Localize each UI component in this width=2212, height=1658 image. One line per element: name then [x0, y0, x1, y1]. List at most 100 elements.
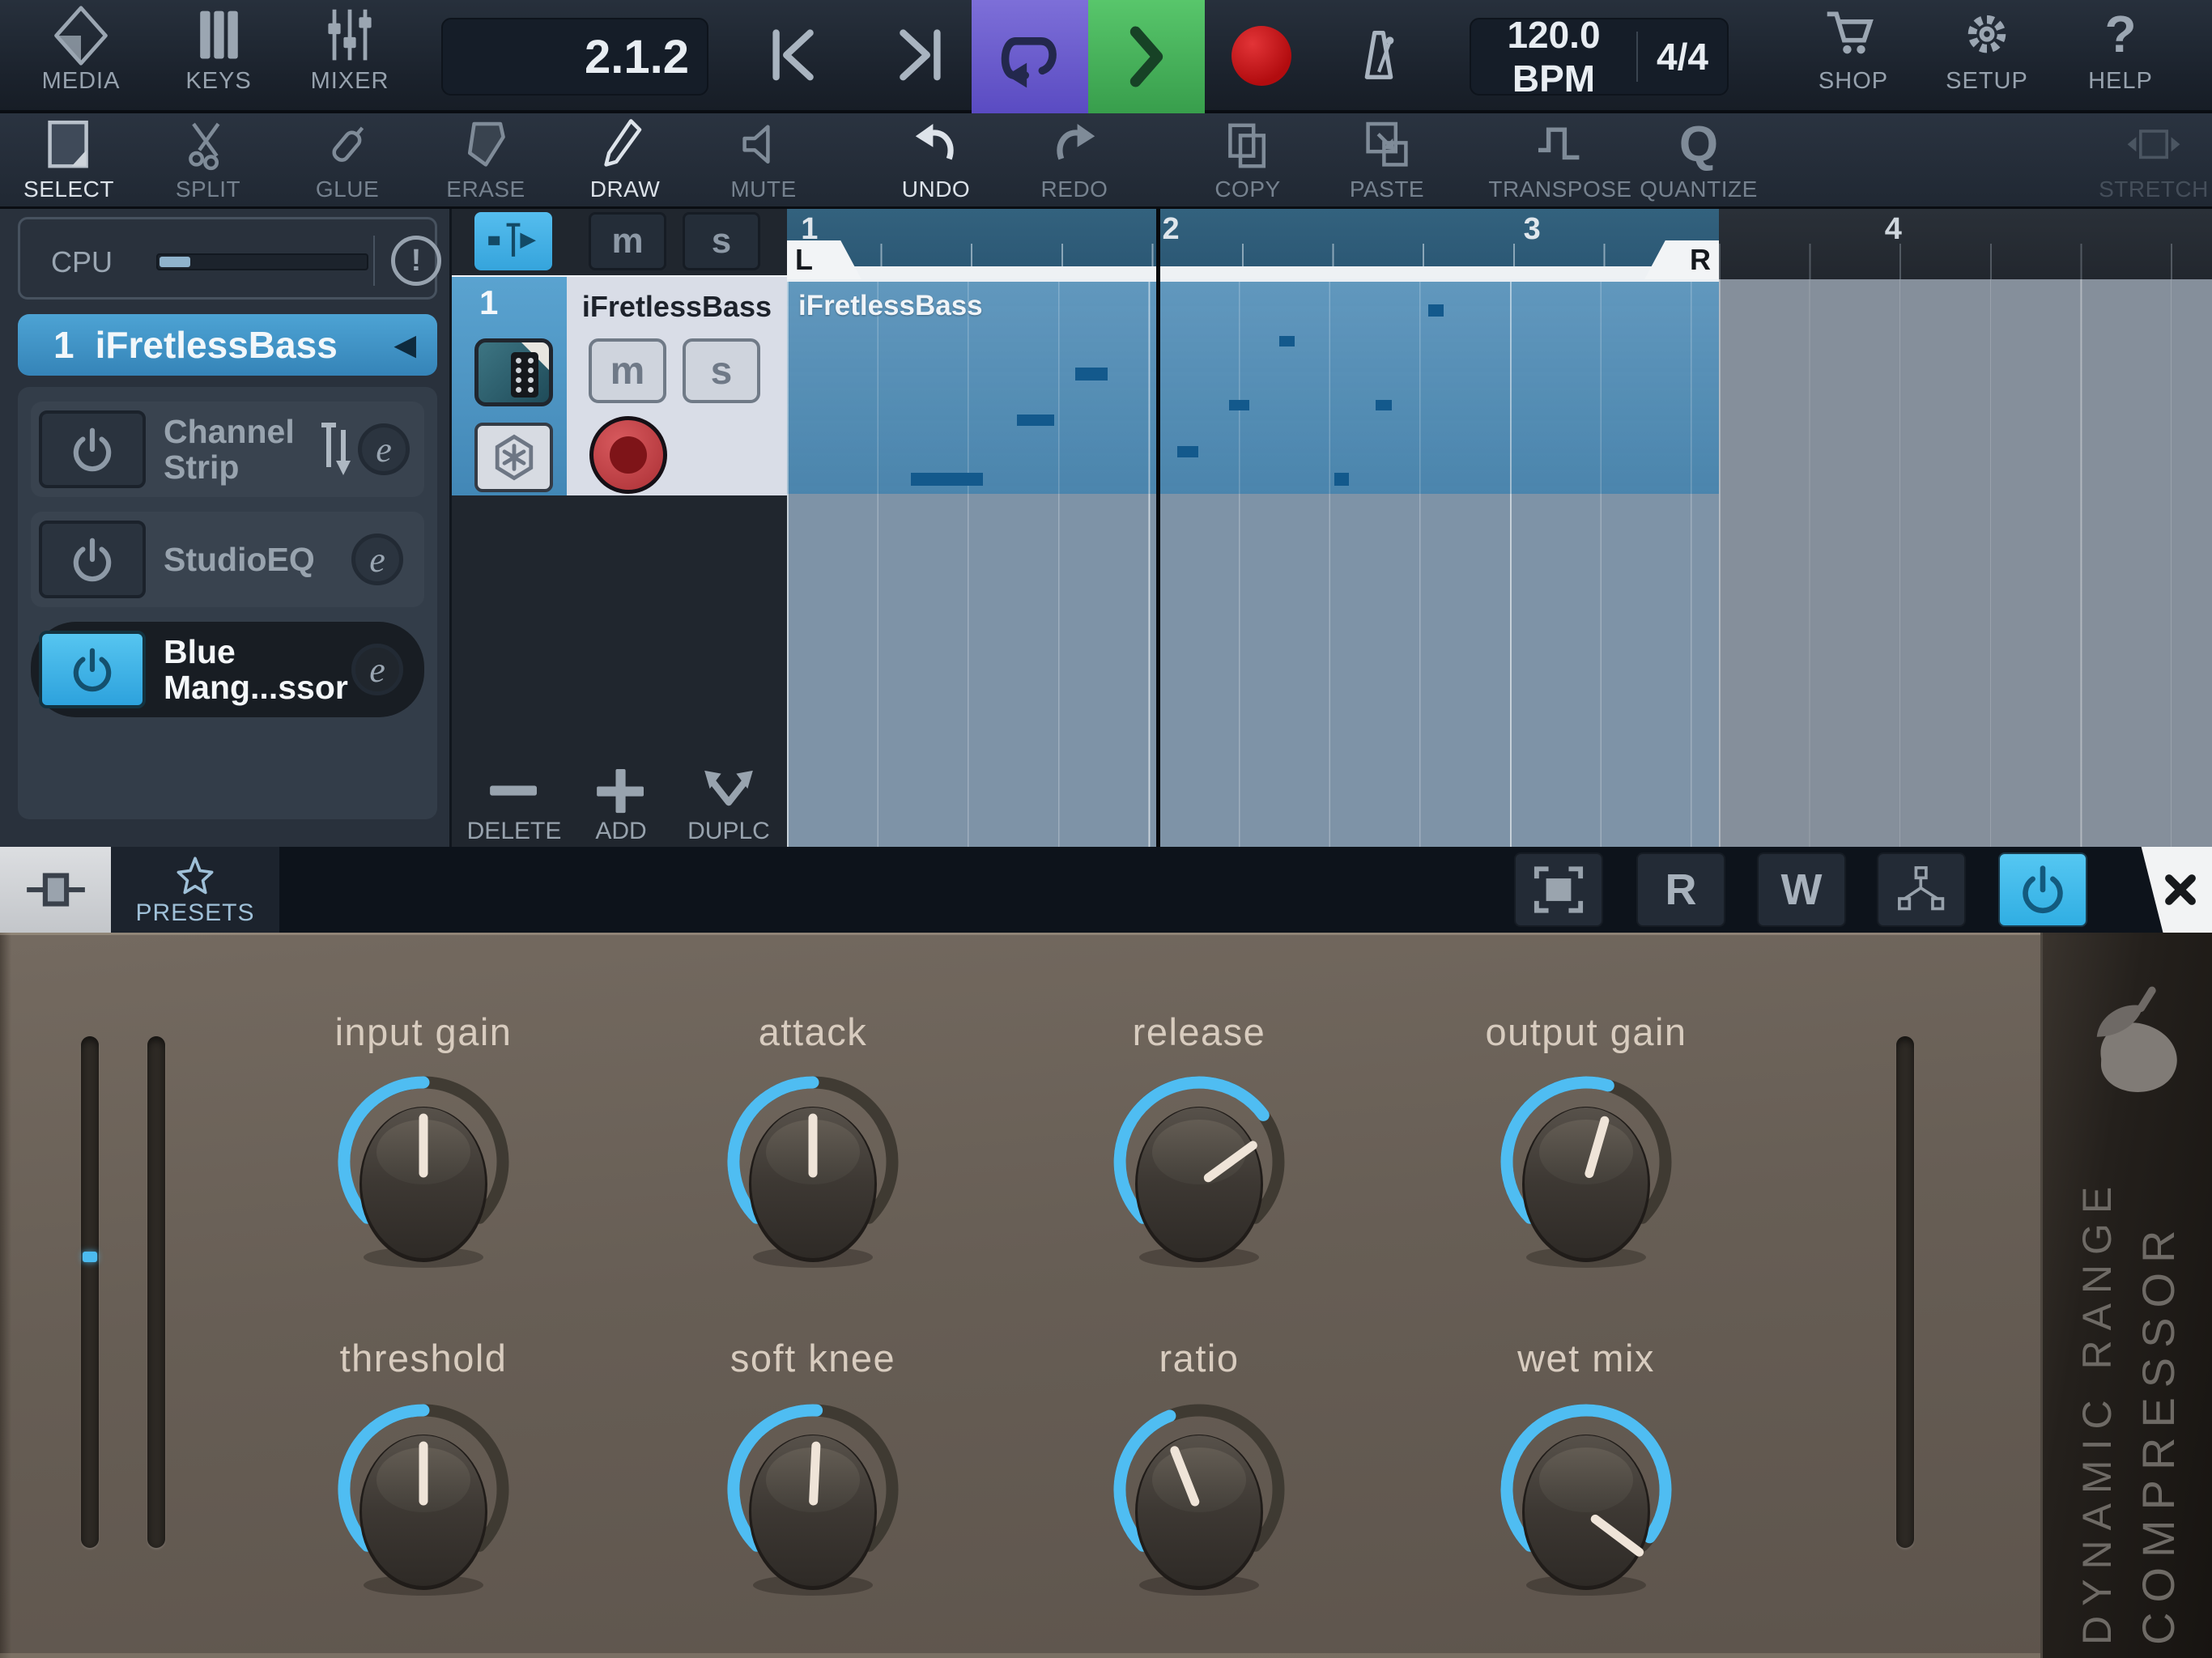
alert-icon[interactable]: ! — [391, 236, 441, 286]
fit-view-button[interactable] — [1514, 852, 1603, 927]
setup-icon — [1956, 5, 2018, 66]
knob-label-attack: attack — [643, 1010, 983, 1054]
knob-output-gain[interactable] — [1481, 1063, 1691, 1273]
empty-lane-right[interactable] — [1719, 279, 2212, 847]
effect-edit-button[interactable]: e — [351, 644, 403, 695]
tool-undo[interactable]: UNDO — [863, 117, 1009, 206]
global-solo-button[interactable]: s — [683, 212, 760, 270]
tool-redo[interactable]: REDO — [1002, 117, 1147, 206]
automation-read-button[interactable]: R — [1636, 852, 1725, 927]
midi-note[interactable] — [1376, 400, 1392, 410]
go-to-end-button[interactable] — [869, 16, 958, 97]
keys-button[interactable]: KEYS — [158, 5, 279, 108]
automation-write-button[interactable]: W — [1757, 852, 1846, 927]
tempo-display[interactable]: 120.0 BPM 4/4 — [1470, 18, 1729, 96]
midi-note[interactable] — [1017, 414, 1054, 426]
tool-stretch[interactable]: STRETCH — [2081, 117, 2212, 206]
metronome-button[interactable] — [1334, 16, 1423, 97]
knob-ratio[interactable] — [1094, 1391, 1304, 1601]
knob-release[interactable] — [1094, 1063, 1304, 1273]
go-to-start-button[interactable] — [755, 16, 844, 97]
record-enable-button[interactable] — [589, 416, 667, 494]
version-display[interactable]: 2.1.2 — [441, 18, 708, 96]
midi-region[interactable]: iFretlessBass — [787, 279, 1719, 494]
knob-attack[interactable] — [708, 1063, 918, 1273]
help-button[interactable]: ? HELP — [2060, 5, 2181, 108]
knob-label-release: release — [1029, 1010, 1369, 1054]
tool-glue[interactable]: GLUE — [274, 117, 420, 206]
instrument-icon[interactable] — [474, 338, 553, 406]
track-mute-button[interactable]: m — [589, 338, 666, 403]
track-solo-button[interactable]: s — [683, 338, 760, 403]
delete-track-button[interactable]: DELETE — [462, 769, 567, 845]
track-lane-below-region[interactable] — [787, 494, 1719, 847]
setup-button[interactable]: SETUP — [1926, 5, 2048, 108]
channel-strip-fader-icon — [317, 415, 358, 484]
effect-edit-button[interactable]: e — [351, 534, 403, 585]
midi-note[interactable] — [1279, 336, 1295, 346]
midi-note[interactable] — [1334, 473, 1349, 485]
routing-button[interactable] — [1877, 852, 1966, 927]
play-button[interactable] — [1088, 0, 1205, 113]
midi-note[interactable] — [911, 473, 983, 485]
tool-select[interactable]: SELECT — [0, 117, 142, 206]
effect-name: Blue Mang...ssor — [164, 634, 351, 706]
cpu-label: CPU — [51, 245, 113, 279]
midi-note[interactable] — [1428, 304, 1444, 317]
knob-input-gain[interactable] — [318, 1063, 529, 1273]
insert-slot-button[interactable] — [0, 847, 111, 933]
effect-slot-channel-strip[interactable]: Channel Strip e — [31, 402, 424, 497]
effect-slot-studioeq[interactable]: StudioEQ e — [31, 512, 424, 607]
add-track-button[interactable]: ADD — [568, 769, 674, 845]
meter-tick — [83, 1252, 97, 1262]
midi-note[interactable] — [1177, 446, 1197, 457]
mixer-icon — [319, 5, 381, 66]
power-toggle[interactable] — [39, 521, 146, 598]
split-icon — [179, 117, 237, 175]
midi-note[interactable] — [1075, 368, 1108, 380]
knob-label-output-gain: output gain — [1416, 1010, 1756, 1054]
power-icon — [67, 424, 117, 474]
plugin-power-button[interactable] — [1998, 852, 2087, 927]
effect-edit-button[interactable]: e — [358, 423, 410, 475]
record-button[interactable] — [1231, 26, 1291, 86]
tool-mute[interactable]: MUTE — [691, 117, 836, 206]
close-plugin-button[interactable] — [2121, 847, 2212, 933]
effect-slot-compressor[interactable]: Blue Mang...ssor e — [31, 622, 424, 717]
collapse-triangle-icon: ◀ — [393, 328, 416, 362]
timeline-ruler-tail[interactable] — [1719, 209, 2212, 279]
tool-erase[interactable]: ERASE — [413, 117, 559, 206]
timeline-ruler[interactable]: L R — [787, 209, 1719, 279]
track-list-column: m s 1 iFretlessBass m s DELETE ADD — [452, 209, 787, 847]
media-button[interactable]: MEDIA — [20, 5, 142, 108]
knob-wet-mix[interactable] — [1481, 1391, 1691, 1601]
knob-threshold[interactable] — [318, 1391, 529, 1601]
tool-transpose[interactable]: TRANSPOSE — [1487, 117, 1633, 206]
tool-split[interactable]: SPLIT — [135, 117, 281, 206]
knob-label-wet-mix: wet mix — [1416, 1336, 1756, 1380]
power-toggle[interactable] — [39, 410, 146, 488]
edit-toolbar: SELECT SPLIT GLUE ERASE DRAW MUTE UNDO — [0, 113, 2212, 209]
freeze-track-button[interactable] — [474, 423, 553, 492]
follow-playhead-button[interactable] — [474, 212, 552, 270]
presets-button[interactable]: PRESETS — [111, 847, 279, 933]
duplicate-track-button[interactable]: DUPLC — [676, 769, 781, 845]
mixer-button[interactable]: MIXER — [289, 5, 410, 108]
knob-soft-knee[interactable] — [708, 1391, 918, 1601]
midi-note[interactable] — [1229, 400, 1249, 410]
keys-icon — [188, 5, 249, 66]
shop-button[interactable]: SHOP — [1793, 5, 1914, 108]
track-header[interactable]: 1 iFretlessBass m s — [452, 275, 787, 495]
tool-draw[interactable]: DRAW — [552, 117, 698, 206]
global-mute-button[interactable]: m — [589, 212, 666, 270]
loop-button[interactable] — [972, 0, 1088, 113]
fit-view-icon — [1532, 863, 1585, 916]
power-toggle-on[interactable] — [39, 631, 146, 708]
loop-range-strip[interactable] — [787, 266, 1719, 279]
playhead[interactable] — [1156, 209, 1160, 847]
track-number: 1 — [53, 323, 74, 367]
tool-paste[interactable]: PASTE — [1314, 117, 1460, 206]
tool-quantize[interactable]: Q QUANTIZE — [1626, 117, 1772, 206]
tool-copy[interactable]: COPY — [1175, 117, 1321, 206]
track-selector-button[interactable]: 1 iFretlessBass ◀ — [18, 314, 437, 376]
